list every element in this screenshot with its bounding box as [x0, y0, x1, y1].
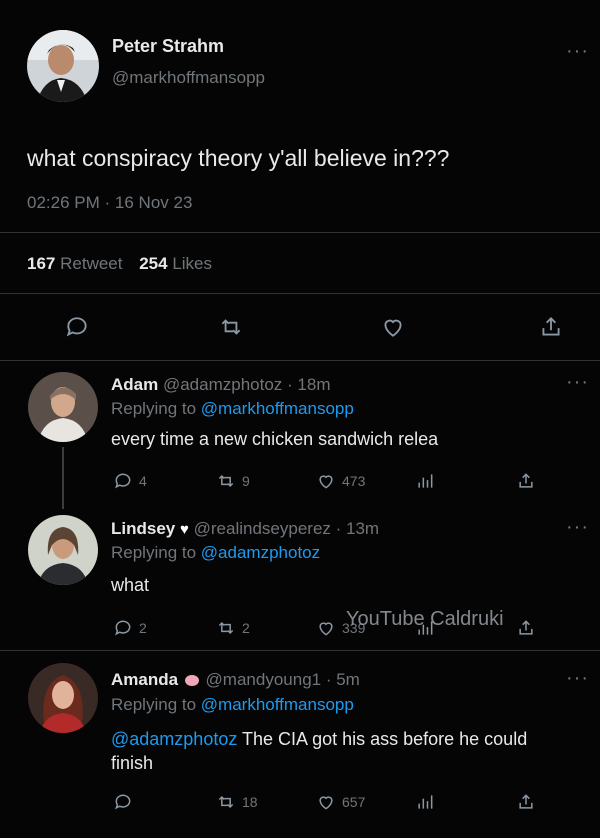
divider [0, 360, 600, 361]
more-options-button[interactable]: ··· [566, 516, 589, 539]
author-avatar[interactable] [27, 30, 99, 102]
reply-handle[interactable]: @realindseyperez [194, 519, 331, 538]
analytics-button[interactable] [415, 792, 435, 812]
reply-header: Amanda @mandyoung1 · 5m [111, 670, 360, 690]
likes-label: Likes [172, 254, 213, 273]
reply-time: · 5m [325, 670, 360, 689]
replying-to: Replying to @markhoffmansopp [111, 695, 354, 715]
replying-handle[interactable]: @markhoffmansopp [201, 695, 354, 714]
meta-separator: · [104, 193, 111, 212]
tweet-time: 02:26 PM [27, 193, 100, 212]
likes-count: 254 [139, 254, 168, 273]
share-icon [519, 620, 533, 635]
heart-icon [384, 319, 402, 337]
like-button[interactable] [380, 314, 406, 340]
share-icon [519, 794, 533, 809]
retweet-count: 2 [242, 620, 250, 636]
like-button[interactable]: 657 [316, 792, 365, 812]
reply-display-name[interactable]: Lindsey [111, 519, 175, 538]
likes-stat[interactable]: 254 Likes [139, 254, 212, 273]
tweet-timestamp: 02:26 PM · 16 Nov 23 [27, 193, 192, 213]
like-button[interactable]: 473 [316, 471, 365, 491]
retweet-button[interactable]: 2 [216, 618, 250, 638]
reply-header: Lindsey ♥ @realindseyperez · 13m [111, 519, 379, 539]
reply-display-name[interactable]: Adam [111, 375, 158, 394]
retweet-button[interactable]: 9 [216, 471, 250, 491]
author-display-name[interactable]: Peter Strahm [112, 36, 224, 57]
heart-icon [319, 796, 333, 810]
more-options-button[interactable]: ··· [566, 40, 589, 63]
divider [0, 232, 600, 233]
heart-icon [319, 622, 333, 636]
tweet-text: what conspiracy theory y'all believe in?… [27, 145, 450, 171]
reply-icon [115, 794, 131, 810]
replying-handle[interactable]: @markhoffmansopp [201, 399, 354, 418]
reply-handle[interactable]: @adamzphotoz [163, 375, 282, 394]
reply-button[interactable] [113, 792, 133, 812]
reply-handle[interactable]: @mandyoung1 [206, 670, 322, 689]
reply-icon [115, 473, 131, 489]
reply-avatar[interactable] [28, 663, 98, 733]
retweet-icon [221, 319, 241, 335]
analytics-button[interactable] [415, 471, 435, 491]
divider [0, 293, 600, 294]
retweet-label: Retweet [60, 254, 123, 273]
reply-button[interactable] [64, 314, 90, 340]
reply-text: @adamzphotoz The CIA got his ass before … [111, 727, 591, 775]
retweet-count: 18 [242, 794, 258, 810]
share-icon [542, 317, 560, 336]
share-button[interactable] [516, 792, 536, 812]
engagement-stats: 167 Retweet 254 Likes [27, 254, 212, 274]
replying-label: Replying to [111, 543, 197, 562]
reply-text-line2: finish [111, 753, 154, 773]
more-options-button[interactable]: ··· [566, 371, 589, 394]
divider [0, 650, 600, 651]
replying-to: Replying to @adamzphotoz [111, 543, 320, 563]
analytics-icon [418, 795, 433, 809]
retweet-icon [218, 795, 234, 809]
replying-label: Replying to [111, 695, 197, 714]
retweet-count: 167 [27, 254, 56, 273]
thread-line [62, 447, 64, 509]
share-button[interactable] [516, 618, 536, 638]
heart-emoji-icon: ♥ [179, 521, 189, 538]
retweet-stat[interactable]: 167 Retweet [27, 254, 127, 273]
reply-button[interactable]: 2 [113, 618, 147, 638]
reply-text: what [111, 575, 150, 595]
reply-text: every time a new chicken sandwich relea [111, 429, 439, 449]
reply-time: · 18m [287, 375, 331, 394]
retweet-button[interactable] [218, 314, 244, 340]
reply-text-line1: The CIA got his ass before he could [242, 729, 528, 749]
like-count: 657 [342, 794, 366, 810]
reply-time: · 13m [335, 519, 380, 538]
reply-icon [115, 620, 131, 636]
replying-label: Replying to [111, 399, 197, 418]
like-count: 473 [342, 473, 366, 489]
more-options-button[interactable]: ··· [566, 667, 589, 690]
analytics-icon [418, 474, 433, 488]
youtube-watermark: YouTube Caldruki [346, 608, 504, 630]
mention-link[interactable]: @adamzphotoz [111, 729, 237, 749]
share-button[interactable] [538, 314, 564, 340]
reply-avatar[interactable] [28, 515, 98, 585]
reply-count: 4 [139, 473, 147, 489]
heart-icon [319, 475, 333, 489]
reply-count: 2 [139, 620, 147, 636]
reply-icon [66, 317, 87, 337]
reply-avatar[interactable] [28, 372, 98, 442]
reply-button[interactable]: 4 [113, 471, 147, 491]
tweet-date: 16 Nov 23 [114, 193, 193, 212]
replying-to: Replying to @markhoffmansopp [111, 399, 354, 419]
author-handle[interactable]: @markhoffmansopp [112, 68, 265, 88]
retweet-icon [218, 621, 234, 635]
reply-header: Adam @adamzphotoz · 18m [111, 375, 331, 395]
reply-display-name[interactable]: Amanda [111, 670, 178, 689]
share-button[interactable] [516, 471, 536, 491]
retweet-icon [218, 474, 234, 488]
retweet-button[interactable]: 18 [216, 792, 258, 812]
share-icon [519, 473, 533, 488]
replying-handle[interactable]: @adamzphotoz [201, 543, 320, 562]
retweet-count: 9 [242, 473, 250, 489]
pig-emoji-icon [184, 675, 199, 687]
